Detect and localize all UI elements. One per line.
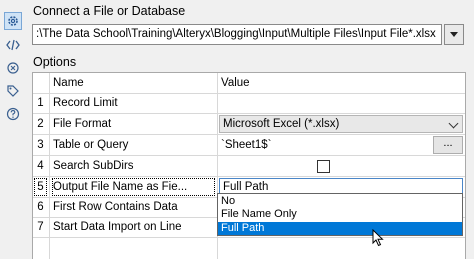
option-name: Search SubDirs bbox=[53, 160, 134, 172]
dropdown-option-no[interactable]: No bbox=[218, 195, 462, 208]
option-name: File Format bbox=[53, 118, 112, 130]
caret-down-icon bbox=[450, 32, 458, 37]
record-limit-value[interactable] bbox=[218, 93, 465, 113]
file-path-input[interactable]: :\The Data School\Training\Alteryx\Blogg… bbox=[32, 24, 442, 45]
table-or-query-value[interactable]: `Sheet1$` bbox=[218, 135, 430, 155]
mouse-cursor-icon bbox=[372, 229, 384, 247]
row-number: 3 bbox=[37, 139, 44, 151]
option-row-record-limit[interactable]: 1 Record Limit bbox=[33, 93, 465, 113]
dropdown-option-full-path[interactable]: Full Path bbox=[218, 222, 462, 235]
option-name: Start Data Import on Line bbox=[53, 221, 182, 233]
value-column-header: Value bbox=[221, 77, 250, 89]
row-number: 6 bbox=[37, 201, 44, 213]
file-format-select[interactable]: Microsoft Excel (*.xlsx) bbox=[219, 115, 463, 133]
chevron-down-icon bbox=[448, 118, 459, 129]
help-icon[interactable] bbox=[4, 105, 22, 123]
option-row-search-subdirs[interactable]: 4 Search SubDirs bbox=[33, 156, 465, 176]
search-subdirs-checkbox[interactable] bbox=[317, 160, 330, 173]
name-column-header: Name bbox=[53, 77, 84, 89]
output-file-name-dropdown-list: No File Name Only Full Path bbox=[217, 193, 463, 236]
option-row-table-or-query[interactable]: 3 Table or Query `Sheet1$` ... bbox=[33, 135, 465, 155]
option-name: First Row Contains Data bbox=[53, 201, 178, 213]
option-name: Record Limit bbox=[53, 97, 118, 109]
row-number: 5 bbox=[33, 177, 48, 197]
code-icon[interactable] bbox=[4, 36, 22, 54]
options-section-label: Options bbox=[33, 55, 77, 69]
tag-gear-icon[interactable] bbox=[4, 59, 22, 77]
gear-icon[interactable] bbox=[4, 12, 22, 30]
row-number: 1 bbox=[37, 97, 44, 109]
row-number: 7 bbox=[37, 221, 44, 233]
dropdown-option-file-name-only[interactable]: File Name Only bbox=[218, 208, 462, 221]
row-number: 4 bbox=[37, 160, 44, 172]
row-number: 2 bbox=[37, 118, 44, 130]
option-name: Table or Query bbox=[53, 139, 129, 151]
option-name: Output File Name as Fie... bbox=[51, 177, 216, 197]
grid-header-row: Name Value bbox=[33, 73, 465, 93]
configuration-icon-bar bbox=[0, 0, 26, 259]
file-format-value: Microsoft Excel (*.xlsx) bbox=[223, 118, 340, 130]
table-browse-button[interactable]: ... bbox=[433, 136, 463, 154]
option-row-file-format[interactable]: 2 File Format Microsoft Excel (*.xlsx) bbox=[33, 114, 465, 134]
connect-section-label: Connect a File or Database bbox=[33, 4, 186, 18]
file-path-dropdown-button[interactable] bbox=[444, 24, 464, 45]
tag-icon[interactable] bbox=[4, 82, 22, 100]
